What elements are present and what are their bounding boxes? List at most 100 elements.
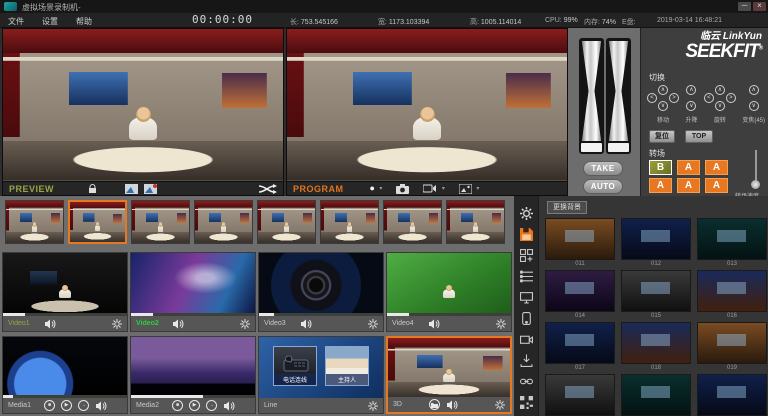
zoom-out-button[interactable]: ∨: [749, 101, 759, 111]
record-icon[interactable]: ● ▾: [370, 180, 383, 198]
camera-preset-5[interactable]: [257, 200, 316, 244]
video-capture-icon[interactable]: ▾: [423, 180, 444, 198]
speaker-icon[interactable]: [44, 319, 56, 329]
camera-preset-2-selected[interactable]: [68, 200, 127, 244]
camera-preset-8[interactable]: [446, 200, 505, 244]
menu-file[interactable]: 文件: [8, 16, 24, 27]
source-video4[interactable]: Video4: [386, 252, 512, 332]
transition-section-label: 转场: [649, 148, 665, 159]
source-media1[interactable]: Media1 ■ ▶ →: [2, 336, 128, 414]
speaker-icon[interactable]: [223, 401, 235, 411]
camera-preset-6[interactable]: [320, 200, 379, 244]
gallery-item[interactable]: [697, 322, 767, 364]
download-icon[interactable]: [519, 353, 533, 367]
gallery-item[interactable]: [697, 218, 767, 260]
gallery-item[interactable]: [697, 374, 767, 416]
elevate-down-button[interactable]: ∨: [686, 101, 696, 111]
camera-preset-7[interactable]: [383, 200, 442, 244]
device-icon[interactable]: [519, 311, 533, 325]
speaker-icon[interactable]: [95, 401, 107, 411]
transition-b-button[interactable]: B: [649, 160, 672, 175]
auto-button[interactable]: AUTO: [583, 179, 623, 194]
source-video1[interactable]: Video1: [2, 252, 128, 332]
source-video2[interactable]: Video2: [130, 252, 256, 332]
transition-a-button[interactable]: A: [705, 178, 728, 193]
wipe-effect-alt-icon[interactable]: [144, 184, 157, 194]
gallery-item[interactable]: [545, 322, 615, 364]
swap-transition-icon[interactable]: [257, 184, 277, 194]
source-media2[interactable]: Media2 ■ ▶ →: [130, 336, 256, 414]
loop-button[interactable]: →: [78, 400, 89, 411]
top-view-button[interactable]: TOP: [685, 130, 713, 143]
source-line[interactable]: 电话连线 主持人 Line: [258, 336, 384, 414]
gallery-item[interactable]: [621, 374, 691, 416]
transition-a-button[interactable]: A: [677, 178, 700, 193]
play-button[interactable]: ▶: [189, 400, 200, 411]
gallery-item[interactable]: [545, 270, 615, 312]
gallery-item[interactable]: [621, 322, 691, 364]
stop-button[interactable]: ■: [172, 400, 183, 411]
transition-tbar[interactable]: [579, 38, 631, 154]
transition-speed-slider[interactable]: [755, 150, 757, 184]
save-icon-active[interactable]: [519, 227, 533, 241]
wipe-effect-icon[interactable]: [125, 184, 138, 194]
gear-icon[interactable]: [368, 319, 378, 329]
menu-help[interactable]: 帮助: [76, 16, 92, 27]
rotate-down-button[interactable]: ∨: [715, 101, 725, 111]
phone-call-button[interactable]: 电话连线: [273, 346, 317, 386]
open-folder-button[interactable]: [429, 399, 440, 410]
speaker-icon[interactable]: [446, 400, 458, 410]
move-up-button[interactable]: ∧: [658, 85, 668, 95]
speaker-icon[interactable]: [172, 319, 184, 329]
move-right-button[interactable]: >: [669, 93, 679, 103]
minimize-button[interactable]: －: [738, 2, 751, 11]
gear-icon[interactable]: [112, 319, 122, 329]
gallery-item[interactable]: [545, 374, 615, 416]
move-down-button[interactable]: ∨: [658, 101, 668, 111]
reset-button[interactable]: 复位: [649, 130, 675, 143]
change-background-tab[interactable]: 更换背景: [547, 201, 587, 214]
gear-icon[interactable]: [368, 401, 378, 411]
settings-gear-icon[interactable]: [519, 206, 533, 220]
rotate-right-button[interactable]: >: [726, 93, 736, 103]
rotate-up-button[interactable]: ∧: [715, 85, 725, 95]
speaker-icon[interactable]: [300, 319, 312, 329]
source-video3[interactable]: Video3: [258, 252, 384, 332]
speaker-icon[interactable]: [428, 319, 440, 329]
transition-a-button[interactable]: A: [677, 160, 700, 175]
transition-a-button[interactable]: A: [705, 160, 728, 175]
menu-settings[interactable]: 设置: [42, 16, 58, 27]
link-icon[interactable]: [519, 374, 533, 388]
display-icon[interactable]: [519, 290, 533, 304]
source-3d-scene-selected[interactable]: 3D: [386, 336, 512, 414]
transition-a-button[interactable]: A: [649, 178, 672, 193]
gallery-item[interactable]: [621, 270, 691, 312]
playlist-icon[interactable]: [519, 269, 533, 283]
elevate-up-button[interactable]: ∧: [686, 85, 696, 95]
host-button[interactable]: 主持人: [325, 346, 369, 386]
camera-preset-3[interactable]: [131, 200, 190, 244]
transition-speed-knob[interactable]: [751, 180, 760, 189]
camera-source-icon[interactable]: [519, 332, 533, 346]
picture-export-icon[interactable]: ▾: [459, 180, 479, 198]
gallery-item[interactable]: [697, 270, 767, 312]
gear-icon[interactable]: [495, 400, 505, 410]
gear-icon[interactable]: [240, 319, 250, 329]
lock-icon[interactable]: [88, 184, 97, 194]
gallery-item[interactable]: [621, 218, 691, 260]
close-button[interactable]: ×: [753, 2, 766, 11]
gear-icon[interactable]: [496, 319, 506, 329]
camera-preset-1[interactable]: [5, 200, 64, 244]
layout-add-icon[interactable]: [519, 248, 533, 262]
rotate-left-button[interactable]: <: [704, 93, 714, 103]
take-button[interactable]: TAKE: [583, 161, 623, 176]
qrcode-icon[interactable]: [519, 395, 533, 409]
gallery-item[interactable]: [545, 218, 615, 260]
loop-button[interactable]: →: [206, 400, 217, 411]
zoom-in-button[interactable]: ∧: [749, 85, 759, 95]
snapshot-camera-icon[interactable]: [396, 184, 409, 194]
play-button[interactable]: ▶: [61, 400, 72, 411]
move-left-button[interactable]: <: [647, 93, 657, 103]
stop-button[interactable]: ■: [44, 400, 55, 411]
camera-preset-4[interactable]: [194, 200, 253, 244]
